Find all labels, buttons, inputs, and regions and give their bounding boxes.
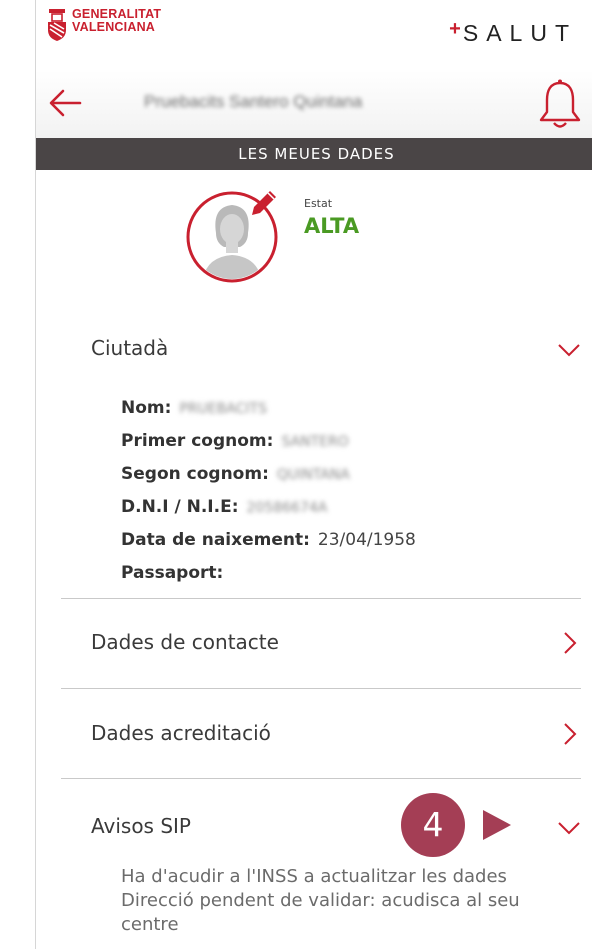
chevron-down-icon[interactable] (557, 338, 581, 360)
bell-icon[interactable] (537, 78, 583, 130)
divider (61, 598, 581, 599)
accordion-dades-contacte-title: Dades de contacte (91, 630, 279, 654)
salut-logo: +SALUT (449, 18, 577, 47)
detail-label: D.N.I / N.I.E: (121, 497, 239, 517)
detail-value: PRUEBACITS (179, 401, 267, 417)
accordion-dades-contacte[interactable]: Dades de contacte (61, 612, 581, 672)
org-name-line2: VALENCIANA (72, 20, 156, 34)
user-name: Pruebacits Santero Quintana (144, 92, 363, 111)
detail-row-dni: D.N.I / N.I.E: 20586674A (121, 492, 541, 525)
detail-value: SANTERO (281, 434, 349, 450)
accordion-ciutada[interactable]: Ciutadà (61, 318, 581, 378)
step-arrow-icon (483, 810, 511, 840)
accordion-ciutada-title: Ciutadà (91, 336, 169, 360)
detail-label: Nom: (121, 398, 172, 418)
user-avatar-edit-icon[interactable] (182, 185, 282, 285)
generalitat-logo: GENERALITAT VALENCIANA (46, 8, 161, 42)
app-screen: GENERALITAT VALENCIANA +SALUT Pruebacits… (35, 0, 592, 949)
salut-plus: + (449, 18, 463, 40)
sip-message: Direcció pendent de validar: acudisca al… (121, 890, 520, 935)
accordion-avisos-sip-title: Avisos SIP (91, 814, 191, 838)
divider (61, 778, 581, 779)
detail-value: 23/04/1958 (317, 530, 416, 550)
detail-row-segon-cognom: Segon cognom: QUINTANA (121, 459, 541, 492)
detail-row-nom: Nom: PRUEBACITS (121, 393, 541, 426)
section-title: LES MEUES DADES (36, 138, 592, 170)
detail-value: QUINTANA (276, 467, 350, 483)
nav-bar: Pruebacits Santero Quintana (36, 70, 592, 138)
citizen-details: Nom: PRUEBACITS Primer cognom: SANTERO Seg… (121, 393, 541, 591)
detail-row-data-naixement: Data de naixement: 23/04/1958 (121, 525, 541, 558)
detail-row-passaport: Passaport: (121, 558, 541, 591)
avisos-sip-messages: Ha d'acudir a l'INSS a actualitzar les d… (121, 865, 581, 937)
detail-label: Passaport: (121, 563, 224, 583)
divider (61, 688, 581, 689)
accordion-dades-acreditacio[interactable]: Dades acreditació (61, 703, 581, 763)
detail-row-primer-cognom: Primer cognom: SANTERO (121, 426, 541, 459)
status-value: ALTA (304, 214, 360, 238)
brand-header: GENERALITAT VALENCIANA +SALUT (36, 0, 592, 70)
salut-name: SALUT (462, 20, 577, 46)
chevron-right-icon[interactable] (557, 632, 581, 654)
detail-label: Segon cognom: (121, 464, 269, 484)
chevron-right-icon[interactable] (557, 723, 581, 745)
sip-message: Ha d'acudir a l'INSS a actualitzar les d… (121, 866, 507, 887)
status-label: Estat (304, 197, 333, 210)
accordion-dades-acreditacio-title: Dades acreditació (91, 721, 271, 745)
arrow-left-icon[interactable] (48, 88, 82, 118)
detail-label: Data de naixement: (121, 530, 310, 550)
generalitat-emblem-icon (48, 9, 66, 41)
step-badge: 4 (401, 793, 465, 857)
detail-value: 20586674A (246, 500, 328, 516)
detail-label: Primer cognom: (121, 431, 274, 451)
chevron-down-icon[interactable] (557, 816, 581, 838)
